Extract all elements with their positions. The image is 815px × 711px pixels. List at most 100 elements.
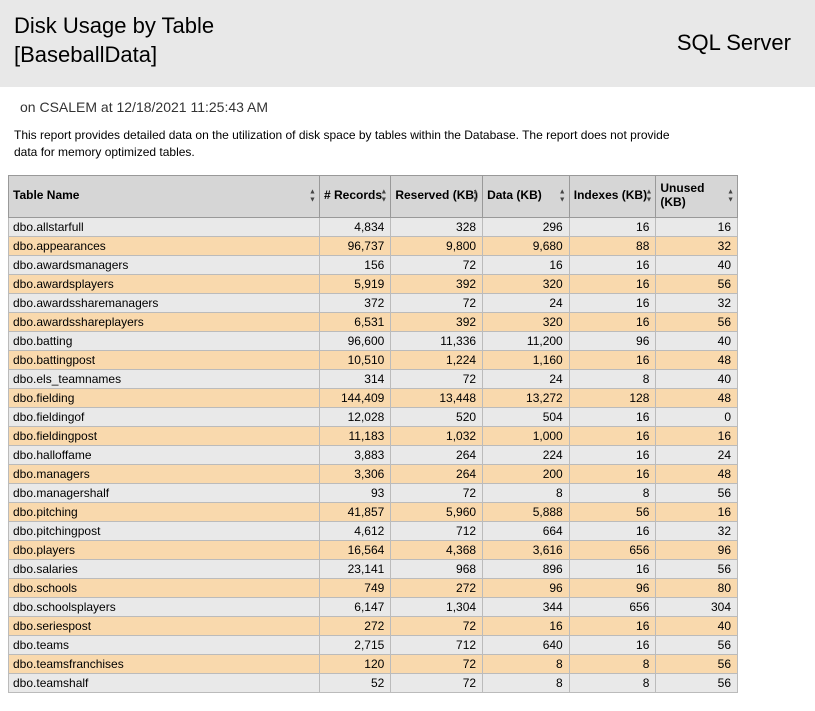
table-row[interactable]: dbo.schoolsplayers6,1471,304344656304 [9,597,738,616]
table-row[interactable]: dbo.fieldingpost11,1831,0321,0001616 [9,426,738,445]
cell-indexes: 16 [569,217,656,236]
table-row[interactable]: dbo.fieldingof12,028520504160 [9,407,738,426]
cell-unused: 56 [656,673,738,692]
cell-reserved: 712 [391,521,483,540]
col-header-records[interactable]: # Records ▲▼ [319,175,390,217]
cell-table-name: dbo.allstarfull [9,217,320,236]
table-row[interactable]: dbo.awardsshareplayers6,5313923201656 [9,312,738,331]
cell-indexes: 16 [569,274,656,293]
table-row[interactable]: dbo.awardsplayers5,9193923201656 [9,274,738,293]
cell-reserved: 72 [391,673,483,692]
cell-data: 320 [483,312,570,331]
table-row[interactable]: dbo.allstarfull4,8343282961616 [9,217,738,236]
table-row[interactable]: dbo.managershalf93728856 [9,483,738,502]
cell-unused: 96 [656,540,738,559]
table-row[interactable]: dbo.pitchingpost4,6127126641632 [9,521,738,540]
cell-records: 96,600 [319,331,390,350]
col-header-table-name[interactable]: Table Name ▲▼ [9,175,320,217]
table-row[interactable]: dbo.batting96,60011,33611,2009640 [9,331,738,350]
cell-unused: 56 [656,483,738,502]
cell-records: 2,715 [319,635,390,654]
sort-icon[interactable]: ▲▼ [309,189,316,204]
cell-reserved: 1,032 [391,426,483,445]
cell-table-name: dbo.managershalf [9,483,320,502]
cell-unused: 40 [656,331,738,350]
cell-reserved: 1,224 [391,350,483,369]
cell-records: 4,612 [319,521,390,540]
cell-indexes: 96 [569,578,656,597]
cell-records: 93 [319,483,390,502]
cell-data: 24 [483,293,570,312]
cell-reserved: 72 [391,616,483,635]
cell-reserved: 392 [391,312,483,331]
sort-icon[interactable]: ▲▼ [559,189,566,204]
cell-table-name: dbo.fieldingpost [9,426,320,445]
cell-reserved: 264 [391,464,483,483]
col-header-indexes[interactable]: Indexes (KB) ▲▼ [569,175,656,217]
cell-table-name: dbo.batting [9,331,320,350]
cell-reserved: 11,336 [391,331,483,350]
col-header-reserved[interactable]: Reserved (KB) ▲▼ [391,175,483,217]
table-row[interactable]: dbo.managers3,3062642001648 [9,464,738,483]
cell-records: 272 [319,616,390,635]
cell-indexes: 96 [569,331,656,350]
cell-unused: 40 [656,616,738,635]
cell-indexes: 16 [569,312,656,331]
title-line-2: [BaseballData] [14,42,157,67]
cell-records: 156 [319,255,390,274]
table-row[interactable]: dbo.teamshalf52728856 [9,673,738,692]
cell-unused: 16 [656,426,738,445]
col-header-data[interactable]: Data (KB) ▲▼ [483,175,570,217]
cell-indexes: 16 [569,407,656,426]
cell-records: 3,306 [319,464,390,483]
table-row[interactable]: dbo.teams2,7157126401656 [9,635,738,654]
table-row[interactable]: dbo.els_teamnames3147224840 [9,369,738,388]
cell-indexes: 16 [569,616,656,635]
cell-indexes: 16 [569,426,656,445]
sort-icon[interactable]: ▲▼ [727,189,734,204]
cell-unused: 56 [656,559,738,578]
cell-reserved: 328 [391,217,483,236]
table-row[interactable]: dbo.awardsmanagers15672161640 [9,255,738,274]
cell-indexes: 56 [569,502,656,521]
table-row[interactable]: dbo.seriespost27272161640 [9,616,738,635]
cell-indexes: 8 [569,369,656,388]
cell-reserved: 9,800 [391,236,483,255]
cell-reserved: 712 [391,635,483,654]
cell-data: 9,680 [483,236,570,255]
cell-records: 3,883 [319,445,390,464]
cell-reserved: 1,304 [391,597,483,616]
cell-indexes: 656 [569,597,656,616]
table-row[interactable]: dbo.appearances96,7379,8009,6808832 [9,236,738,255]
table-row[interactable]: dbo.halloffame3,8832642241624 [9,445,738,464]
table-row[interactable]: dbo.salaries23,1419688961656 [9,559,738,578]
cell-reserved: 72 [391,255,483,274]
cell-records: 6,531 [319,312,390,331]
col-header-unused[interactable]: Unused (KB) ▲▼ [656,175,738,217]
cell-records: 372 [319,293,390,312]
cell-table-name: dbo.awardsshareplayers [9,312,320,331]
cell-table-name: dbo.els_teamnames [9,369,320,388]
sort-icon[interactable]: ▲▼ [380,189,387,204]
table-row[interactable]: dbo.schools749272969680 [9,578,738,597]
cell-reserved: 264 [391,445,483,464]
cell-data: 344 [483,597,570,616]
cell-data: 16 [483,255,570,274]
table-row[interactable]: dbo.players16,5644,3683,61665696 [9,540,738,559]
cell-table-name: dbo.seriespost [9,616,320,635]
table-row[interactable]: dbo.teamsfranchises120728856 [9,654,738,673]
cell-records: 12,028 [319,407,390,426]
cell-records: 314 [319,369,390,388]
sort-icon[interactable]: ▲▼ [472,189,479,204]
cell-data: 24 [483,369,570,388]
table-row[interactable]: dbo.pitching41,8575,9605,8885616 [9,502,738,521]
table-row[interactable]: dbo.fielding144,40913,44813,27212848 [9,388,738,407]
cell-reserved: 4,368 [391,540,483,559]
disk-usage-table: Table Name ▲▼ # Records ▲▼ Reserved (KB)… [8,175,738,693]
cell-unused: 32 [656,293,738,312]
cell-records: 11,183 [319,426,390,445]
cell-unused: 56 [656,312,738,331]
sort-icon[interactable]: ▲▼ [645,189,652,204]
table-row[interactable]: dbo.battingpost10,5101,2241,1601648 [9,350,738,369]
table-row[interactable]: dbo.awardssharemanagers37272241632 [9,293,738,312]
